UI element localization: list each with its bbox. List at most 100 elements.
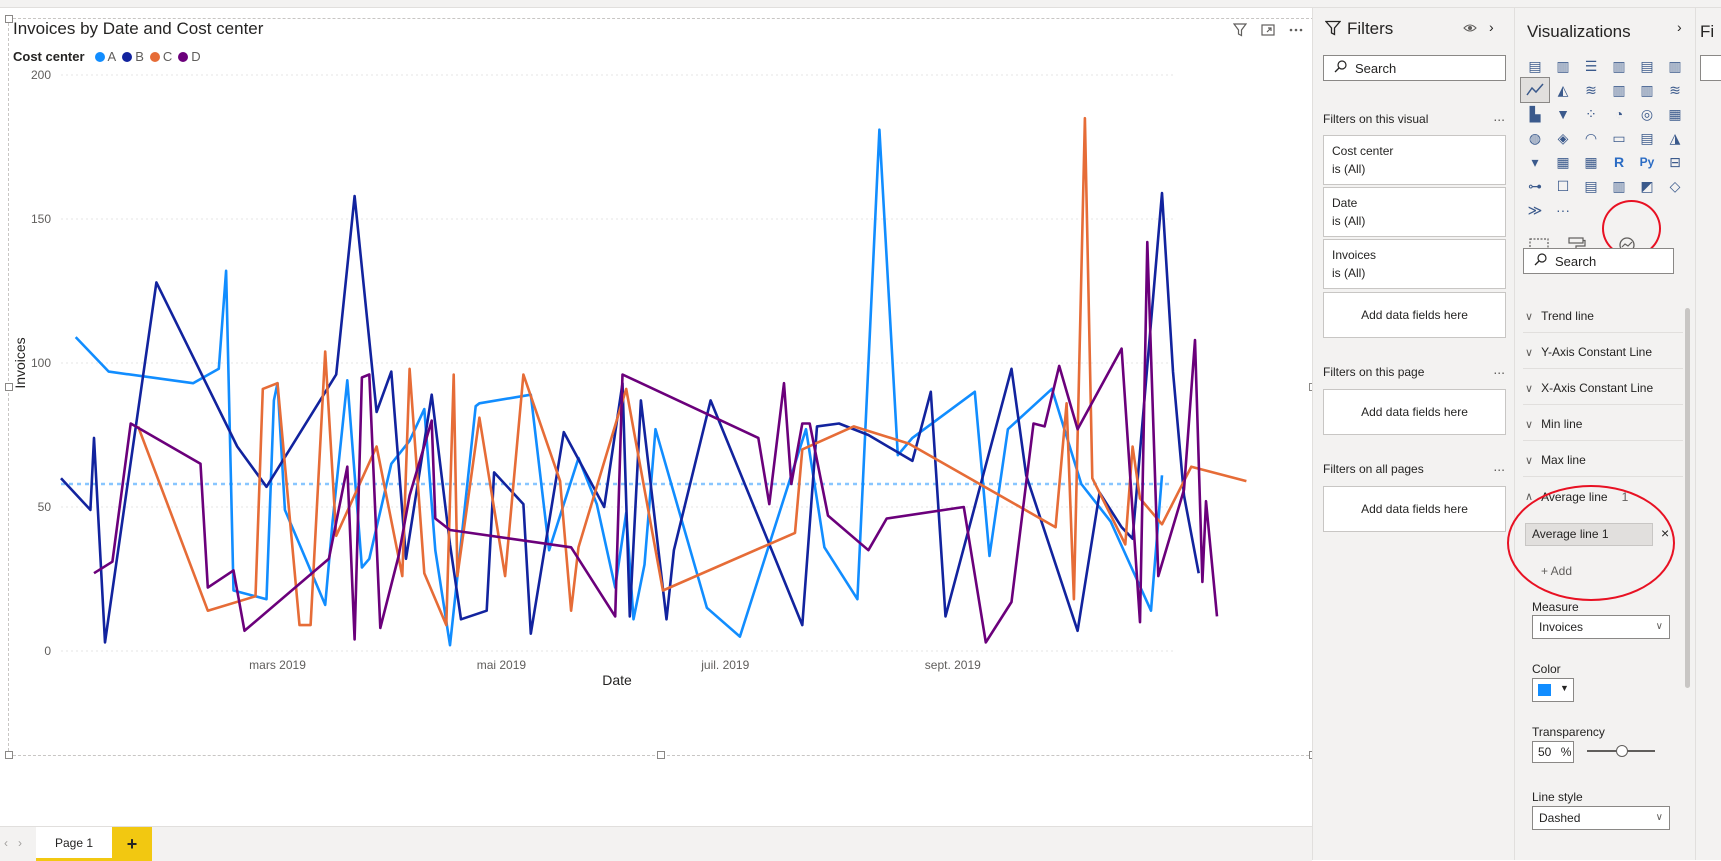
resize-handle[interactable] — [657, 751, 665, 759]
resize-handle[interactable] — [5, 15, 13, 23]
filter-card-cost-center[interactable]: Cost center is (All) — [1323, 135, 1506, 185]
funnel-icon[interactable]: ▼ — [1549, 102, 1577, 126]
multi-row-card-icon[interactable]: ▤ — [1633, 126, 1661, 150]
annotation-circle — [1507, 485, 1675, 601]
gauge-icon[interactable]: ◠ — [1577, 126, 1605, 150]
r-visual-icon[interactable]: R — [1605, 150, 1633, 174]
slicer-icon[interactable]: ▾ — [1521, 150, 1549, 174]
pane-scrollbar[interactable] — [1685, 308, 1690, 688]
eye-icon[interactable] — [1463, 21, 1477, 40]
line-column-icon[interactable]: ▥ — [1605, 78, 1633, 102]
more-options-icon[interactable]: ... — [1493, 108, 1505, 124]
line-chart-icon[interactable] — [1520, 77, 1550, 103]
table-icon[interactable]: ▦ — [1549, 150, 1577, 174]
more-options-icon[interactable]: ... — [1493, 458, 1505, 474]
add-page-button[interactable]: + — [112, 827, 152, 861]
treemap-icon[interactable]: ▦ — [1661, 102, 1689, 126]
stacked-area-icon[interactable]: ≋ — [1577, 78, 1605, 102]
line-style-dropdown[interactable]: Dashed ∨ — [1532, 806, 1670, 830]
next-page-arrow[interactable]: › — [18, 836, 22, 850]
collapse-filters-icon[interactable]: › — [1489, 19, 1494, 35]
add-data-fields-visual[interactable]: Add data fields here — [1323, 292, 1506, 338]
accordion-y-axis-constant-line[interactable]: ∨ Y-Axis Constant Line — [1523, 336, 1683, 369]
kpi-icon[interactable]: ◮ — [1661, 126, 1689, 150]
chevron-down-icon: ∨ — [1525, 454, 1534, 467]
tab-page-1[interactable]: Page 1 — [36, 827, 112, 861]
100-bar-icon[interactable]: ▤ — [1633, 54, 1661, 78]
color-picker[interactable]: ▼ — [1532, 678, 1574, 702]
more-visuals-icon[interactable]: ··· — [1549, 198, 1577, 222]
filters-title: Filters — [1347, 19, 1394, 38]
resize-handle[interactable] — [5, 383, 13, 391]
measure-dropdown[interactable]: Invoices ∨ — [1532, 615, 1670, 639]
transparency-slider-track[interactable] — [1587, 745, 1655, 757]
donut-chart-icon[interactable]: ◎ — [1633, 102, 1661, 126]
filters-on-visual-title: Filters on this visual — [1323, 112, 1429, 126]
accordion-min-line[interactable]: ∨ Min line — [1523, 408, 1683, 441]
filter-card-date[interactable]: Date is (All) — [1323, 187, 1506, 237]
chevron-down-icon: ∨ — [1525, 346, 1534, 359]
100-column-icon[interactable]: ▥ — [1661, 54, 1689, 78]
clustered-bar-icon[interactable]: ☰ — [1577, 54, 1605, 78]
stacked-bar-icon[interactable]: ▤ — [1521, 54, 1549, 78]
chevron-down-icon: ∨ — [1525, 382, 1534, 395]
matrix-icon[interactable]: ▦ — [1577, 150, 1605, 174]
visual-type-gallery: ▤ ▥ ☰ ▥ ▤ ▥ ◭ ≋ ▥ ▥ ≋ ▙ ▼ ⁘ ◔ ◎ ▦ ◍ ◈ ◠ … — [1520, 54, 1689, 222]
filter-icon — [1324, 20, 1342, 41]
card-icon[interactable]: ▭ — [1605, 126, 1633, 150]
power-apps-icon[interactable]: ◩ — [1633, 174, 1661, 198]
measure-label: Measure — [1532, 600, 1579, 614]
power-automate-icon[interactable]: ◇ — [1661, 174, 1689, 198]
filter-state: is (All) — [1332, 266, 1366, 280]
filter-field: Date — [1332, 196, 1358, 210]
filter-state: is (All) — [1332, 214, 1366, 228]
chevron-down-icon: ∨ — [1525, 418, 1534, 431]
area-chart-icon[interactable]: ◭ — [1549, 78, 1577, 102]
accordion-max-line[interactable]: ∨ Max line — [1523, 444, 1683, 477]
clustered-column-icon[interactable]: ▥ — [1605, 54, 1633, 78]
line-stacked-column-icon[interactable]: ▥ — [1633, 78, 1661, 102]
fields-title: Fi — [1700, 22, 1715, 41]
map-icon[interactable]: ◍ — [1521, 126, 1549, 150]
filter-card-invoices[interactable]: Invoices is (All) — [1323, 239, 1506, 289]
key-influencers-icon[interactable]: ⊟ — [1661, 150, 1689, 174]
goals-icon[interactable]: ≫ — [1521, 198, 1549, 222]
search-placeholder: Search — [1555, 253, 1597, 269]
series-line-c — [136, 116, 1247, 627]
accordion-x-axis-constant-line[interactable]: ∨ X-Axis Constant Line — [1523, 372, 1683, 405]
chart-plot: 0 50 100 150 200 mars 2019 mai 2019 juil. 2019 s… — [12, 68, 1247, 688]
prev-page-arrow[interactable]: ‹ — [4, 836, 8, 850]
transparency-slider-thumb[interactable] — [1616, 745, 1628, 757]
ribbon-chart-icon[interactable]: ≋ — [1661, 78, 1689, 102]
line-chart-visual[interactable]: Invoices by Date and Cost center Cost ce… — [5, 15, 1317, 759]
caret-down-icon: ▼ — [1560, 683, 1569, 693]
decomposition-tree-icon[interactable]: ⊶ — [1521, 174, 1549, 198]
pie-chart-icon[interactable]: ◔ — [1605, 102, 1633, 126]
x-tick-label: sept. 2019 — [925, 658, 981, 672]
python-visual-icon[interactable]: Py — [1633, 150, 1661, 174]
add-data-fields-all-pages[interactable]: Add data fields here — [1323, 486, 1506, 532]
accordion-trend-line[interactable]: ∨ Trend line — [1523, 300, 1683, 333]
analytics-search-input[interactable]: Search — [1523, 248, 1674, 274]
scatter-icon[interactable]: ⁘ — [1577, 102, 1605, 126]
filters-search-input[interactable]: Search — [1323, 55, 1506, 81]
paginated-report-icon[interactable]: ▥ — [1605, 174, 1633, 198]
x-tick-label: mai 2019 — [477, 658, 527, 672]
y-tick-label: 200 — [31, 68, 51, 82]
chevron-down-icon: ∨ — [1655, 621, 1663, 632]
y-tick-label: 150 — [31, 212, 51, 226]
waterfall-icon[interactable]: ▙ — [1521, 102, 1549, 126]
filled-map-icon[interactable]: ◈ — [1549, 126, 1577, 150]
resize-handle[interactable] — [5, 751, 13, 759]
transparency-input[interactable]: 50 % — [1532, 741, 1574, 763]
fields-search-input[interactable] — [1700, 55, 1721, 81]
add-data-fields-page[interactable]: Add data fields here — [1323, 389, 1506, 435]
collapse-visualizations-icon[interactable]: › — [1677, 19, 1682, 35]
transparency-label: Transparency — [1532, 725, 1605, 739]
x-tick-label: juil. 2019 — [700, 658, 749, 672]
filter-field: Invoices — [1332, 248, 1377, 262]
more-options-icon[interactable]: ... — [1493, 361, 1505, 377]
stacked-column-icon[interactable]: ▥ — [1549, 54, 1577, 78]
qna-icon[interactable]: ☐ — [1549, 174, 1577, 198]
smart-narrative-icon[interactable]: ▤ — [1577, 174, 1605, 198]
